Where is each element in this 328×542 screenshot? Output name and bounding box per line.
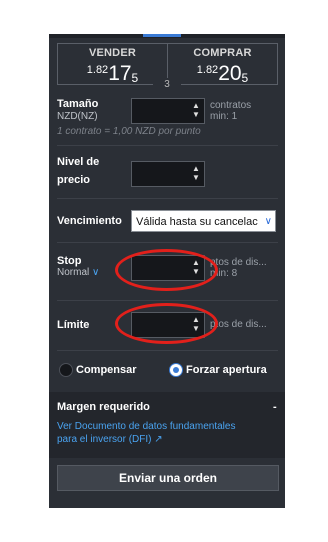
size-currency: NZD(NZ) bbox=[57, 111, 98, 122]
compensate-label[interactable]: Compensar bbox=[76, 364, 137, 376]
kid-link-line2[interactable]: para el inversor (DFI) bbox=[57, 434, 151, 445]
sell-price: 1.82175 bbox=[58, 60, 167, 88]
buy-label: COMPRAR bbox=[193, 47, 252, 59]
divider bbox=[57, 350, 278, 351]
external-link-icon[interactable]: ↗ bbox=[154, 434, 162, 445]
active-tab-indicator bbox=[143, 34, 181, 37]
margin-section: Margen requerido - Ver Documento de dato… bbox=[49, 392, 285, 458]
limit-label: Límite bbox=[57, 319, 90, 331]
kid-link[interactable]: para el inversor (DFI) ↗ bbox=[57, 433, 163, 446]
divider bbox=[57, 242, 278, 243]
expiry-label: Vencimiento bbox=[57, 215, 122, 227]
divider bbox=[57, 300, 278, 301]
stop-unit: ptos de dis... bbox=[210, 257, 267, 268]
price-level-stepper[interactable]: ▲ ▼ bbox=[192, 164, 200, 182]
chevron-down-icon: ∨ bbox=[262, 211, 272, 231]
force-open-radio[interactable] bbox=[169, 363, 183, 377]
chevron-down-icon: ∨ bbox=[89, 267, 100, 278]
submit-order-button[interactable]: Enviar una orden bbox=[57, 465, 279, 491]
sell-button[interactable]: VENDER 1.82175 bbox=[57, 43, 168, 85]
margin-value: - bbox=[273, 401, 277, 413]
stop-type-dropdown[interactable]: Normal ∨ bbox=[57, 267, 99, 278]
chevron-down-icon[interactable]: ▼ bbox=[192, 110, 200, 119]
size-label: Tamaño bbox=[57, 98, 99, 110]
sell-label: VENDER bbox=[88, 47, 137, 59]
size-unit: contratos bbox=[210, 100, 252, 111]
sell-price-prefix: 1.82 bbox=[86, 64, 109, 76]
size-input[interactable]: ▲ ▼ bbox=[131, 98, 205, 124]
stop-highlight-ring bbox=[115, 249, 218, 291]
buy-price: 1.82205 bbox=[168, 60, 277, 88]
chevron-up-icon[interactable]: ▲ bbox=[192, 164, 200, 173]
size-stepper[interactable]: ▲ ▼ bbox=[192, 101, 200, 119]
sell-price-big: 17 bbox=[108, 62, 132, 85]
force-open-label[interactable]: Forzar apertura bbox=[186, 364, 267, 376]
size-hint: 1 contrato = 1,00 NZD por punto bbox=[57, 126, 201, 137]
buy-price-small: 5 bbox=[241, 71, 249, 85]
price-level-label-line2: precio bbox=[57, 174, 91, 186]
spread-value: 3 bbox=[153, 78, 181, 92]
margin-label: Margen requerido bbox=[57, 401, 150, 413]
stop-type-value: Normal bbox=[57, 267, 90, 278]
divider bbox=[57, 198, 278, 199]
price-level-label-line1: Nivel de bbox=[57, 156, 100, 168]
buy-price-big: 20 bbox=[218, 62, 242, 85]
divider bbox=[57, 145, 278, 146]
kid-link-line1[interactable]: Ver Documento de datos fundamentales bbox=[57, 420, 235, 433]
expiry-select[interactable]: Válida hasta su cancelac ∨ bbox=[131, 210, 276, 232]
limit-unit: ptos de dis... bbox=[210, 319, 267, 330]
buy-price-prefix: 1.82 bbox=[196, 64, 219, 76]
compensate-radio[interactable] bbox=[59, 363, 73, 377]
buy-button[interactable]: COMPRAR 1.82205 bbox=[167, 43, 278, 85]
chevron-up-icon[interactable]: ▲ bbox=[192, 101, 200, 110]
limit-highlight-ring bbox=[115, 303, 218, 344]
chevron-down-icon[interactable]: ▼ bbox=[192, 173, 200, 182]
size-min: min: 1 bbox=[210, 111, 238, 122]
sell-price-small: 5 bbox=[131, 71, 139, 85]
price-level-input[interactable]: ▲ ▼ bbox=[131, 161, 205, 187]
panel-top-bar bbox=[49, 34, 285, 38]
expiry-selected: Válida hasta su cancelac bbox=[136, 216, 258, 228]
